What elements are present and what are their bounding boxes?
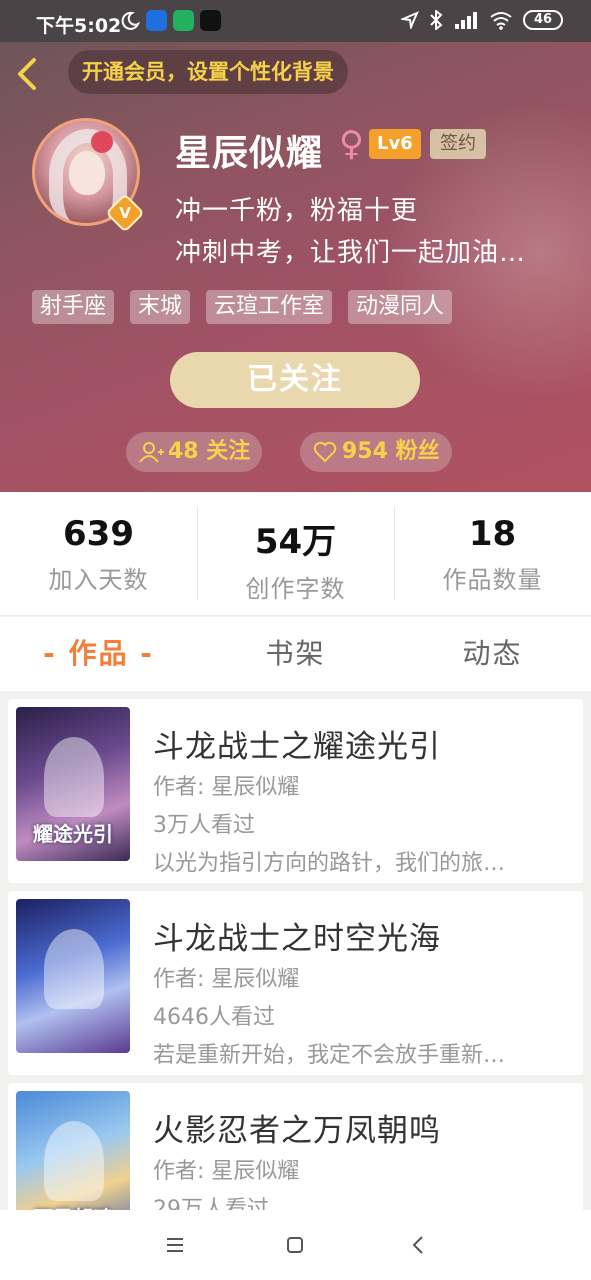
bluetooth-icon	[430, 10, 443, 30]
book-title: 斗龙战士之时空光海	[153, 921, 441, 957]
battery-indicator: 46	[523, 10, 563, 30]
wifi-icon	[490, 12, 512, 30]
cover-illustration	[44, 1121, 104, 1201]
tag: 云瑄工作室	[206, 290, 333, 324]
chevron-left-icon	[18, 58, 36, 90]
signed-badge: 签约	[430, 129, 486, 159]
app-notification-icon	[146, 10, 167, 31]
book-cover[interactable]: 万凤朝鸣	[16, 1091, 130, 1210]
follow-button[interactable]: 已关注	[170, 352, 420, 408]
book-description: 若是重新开始，我定不会放手重新…	[153, 1043, 506, 1068]
status-system-icons: 46	[401, 10, 563, 30]
cover-title: 万凤朝鸣	[16, 1202, 130, 1210]
female-icon: ♀	[339, 124, 364, 164]
bio-line[interactable]: 冲刺中考，让我们一起加油…	[175, 232, 526, 269]
tag: 末城	[130, 290, 191, 324]
app-notification-icon	[173, 10, 194, 31]
status-time: 下午5:02	[36, 15, 122, 37]
menu-icon	[167, 1238, 183, 1252]
avatar-face	[69, 151, 105, 195]
recent-apps-button[interactable]	[160, 1230, 190, 1260]
system-back-button[interactable]	[404, 1230, 434, 1260]
cover-title: 耀途光引	[33, 822, 113, 846]
add-user-icon	[139, 442, 164, 463]
book-cover[interactable]: 耀途光引	[16, 707, 130, 861]
stat-label: 加入天数	[48, 566, 149, 594]
profile-header: 开通会员，设置个性化背景 V 星辰似耀 ♀ Lv6 签约 冲一千粉，粉福十更 冲…	[0, 42, 591, 492]
book-title: 斗龙战士之耀途光引	[153, 729, 441, 765]
book-card[interactable]: 耀途光引 斗龙战士之耀途光引 作者: 星辰似耀 3万人看过 以光为指引方向的路针…	[8, 699, 583, 883]
book-views: 29万人看过	[153, 1197, 269, 1210]
avatar-flower	[91, 131, 113, 153]
stat-word-count: 54万 创作字数	[197, 492, 394, 615]
back-arrow-icon	[412, 1236, 423, 1254]
back-button[interactable]	[12, 56, 46, 92]
tab-bar: - 作品 - 书架 动态	[0, 617, 591, 691]
following-count-button[interactable]: 48 关注	[126, 432, 263, 472]
book-list: 耀途光引 斗龙战士之耀途光引 作者: 星辰似耀 3万人看过 以光为指引方向的路针…	[0, 691, 591, 1210]
book-author: 作者: 星辰似耀	[153, 775, 300, 800]
bio-line: 冲一千粉，粉福十更	[175, 196, 419, 226]
fans-count: 954 粉丝	[342, 439, 440, 464]
status-bar: 下午5:02 46	[0, 0, 591, 42]
stat-works-count: 18 作品数量	[394, 492, 591, 615]
status-notification-icons	[120, 10, 221, 31]
moon-icon	[121, 11, 140, 30]
stat-value: 54万	[254, 522, 337, 562]
tag: 动漫同人	[348, 290, 453, 324]
location-icon	[401, 11, 419, 29]
tab-updates[interactable]: 动态	[394, 617, 591, 691]
home-square-icon	[287, 1237, 303, 1253]
system-nav-bar	[0, 1210, 591, 1280]
tab-bookshelf[interactable]: 书架	[197, 617, 394, 691]
tag-list: 射手座 末城 云瑄工作室 动漫同人	[32, 290, 453, 324]
book-views: 3万人看过	[153, 813, 255, 838]
book-card[interactable]: 万凤朝鸣 火影忍者之万凤朝鸣 作者: 星辰似耀 29万人看过	[8, 1083, 583, 1210]
stat-days-joined: 639 加入天数	[0, 492, 197, 615]
level-badge: Lv6	[369, 129, 421, 159]
book-author: 作者: 星辰似耀	[153, 1159, 300, 1184]
book-views: 4646人看过	[153, 1005, 275, 1030]
book-cover[interactable]	[16, 899, 130, 1053]
tab-works[interactable]: - 作品 -	[0, 617, 197, 691]
tiktok-icon	[200, 10, 221, 31]
home-button[interactable]	[280, 1230, 310, 1260]
stat-value: 639	[63, 514, 134, 554]
heart-icon	[313, 441, 337, 463]
book-title: 火影忍者之万凤朝鸣	[153, 1113, 441, 1149]
book-author: 作者: 星辰似耀	[153, 967, 300, 992]
signal-icon	[455, 12, 477, 29]
stat-label: 作品数量	[442, 566, 543, 594]
vip-banner[interactable]: 开通会员，设置个性化背景	[68, 50, 348, 94]
stats-row: 639 加入天数 54万 创作字数 18 作品数量	[0, 492, 591, 616]
stat-label: 创作字数	[245, 575, 346, 603]
username: 星辰似耀	[175, 133, 324, 174]
tag: 射手座	[32, 290, 115, 324]
following-count: 48 关注	[168, 439, 251, 464]
fans-count-button[interactable]: 954 粉丝	[300, 432, 452, 472]
book-card[interactable]: 斗龙战士之时空光海 作者: 星辰似耀 4646人看过 若是重新开始，我定不会放手…	[8, 891, 583, 1075]
stat-value: 18	[468, 514, 517, 554]
cover-illustration	[44, 929, 104, 1009]
cover-illustration	[44, 737, 104, 817]
book-description: 以光为指引方向的路针，我们的旅…	[153, 851, 506, 876]
